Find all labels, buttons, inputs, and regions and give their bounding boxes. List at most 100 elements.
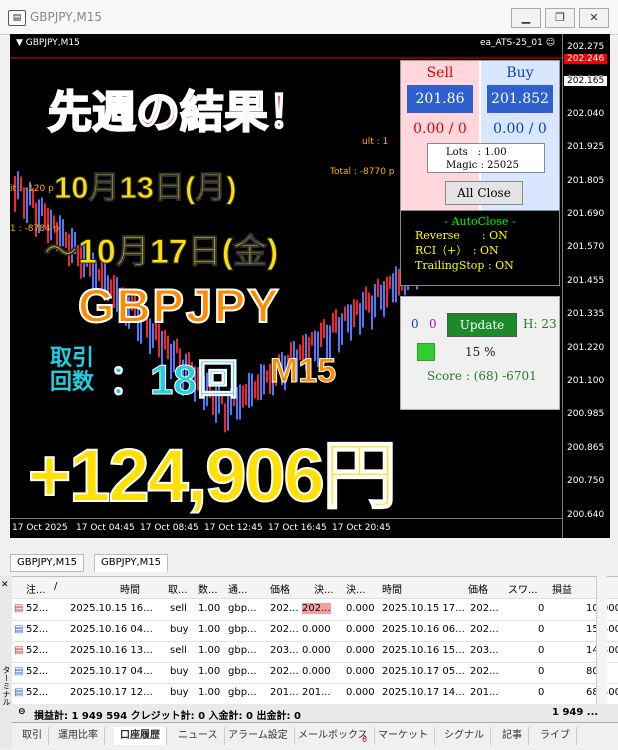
- tab-chart-2[interactable]: GBPJPY,M15: [94, 554, 169, 572]
- buy-label: Buy: [506, 65, 534, 81]
- order-icon: ▤: [14, 624, 24, 635]
- table-cell: 0.000: [346, 687, 375, 698]
- summary-right: 1 949 ...: [552, 707, 599, 718]
- column-header[interactable]: 損益: [552, 581, 572, 596]
- table-row[interactable]: ▤ 52... 2025.10.17 12... buy 1.00 gbp... 201..…: [12, 683, 618, 705]
- price-tick: 201.220: [567, 342, 605, 353]
- overlay-title: 先週の結果！: [47, 87, 313, 138]
- candle: [353, 299, 355, 328]
- all-close-button[interactable]: All Close: [445, 181, 523, 205]
- column-header[interactable]: 時間: [120, 581, 140, 596]
- price-tick: 201.335: [567, 309, 605, 320]
- buy-price-button[interactable]: 201.852: [487, 85, 553, 113]
- table-row[interactable]: ▤ 52... 2025.10.17 04... buy 1.00 gbp... 202..…: [12, 662, 618, 684]
- table-cell: 202...: [470, 624, 499, 635]
- table-cell: 0.000: [302, 624, 331, 635]
- column-header[interactable]: 通...: [228, 581, 248, 596]
- tab-9[interactable]: ライブ: [534, 727, 577, 745]
- candle: [365, 286, 367, 310]
- order-icon: ▤: [14, 603, 24, 614]
- column-header[interactable]: 決...: [346, 581, 366, 596]
- table-row[interactable]: ▤ 52... 2025.10.16 13... sell 1.00 gbp... 203.…: [12, 641, 618, 663]
- table-cell: 0: [538, 687, 545, 698]
- overlay-count-label: 取引 回数: [50, 346, 94, 394]
- column-header[interactable]: 注...: [26, 581, 46, 596]
- column-header[interactable]: 決...: [314, 581, 334, 596]
- table-cell: 201...: [270, 687, 299, 698]
- candle: [359, 303, 361, 335]
- table-header: 注... / 時間 取... 数... 通... 価格 決... 決... 時間 価格 スワ... 損益: [12, 577, 618, 599]
- chart-symbol-label: ▼ GBPJPY,M15: [16, 38, 80, 48]
- sell-price-button[interactable]: 201.86: [407, 85, 473, 113]
- table-cell: 202...: [270, 666, 299, 677]
- tab-7[interactable]: シグナル: [438, 727, 491, 745]
- close-terminal-icon[interactable]: ✕: [1, 580, 9, 590]
- score-label: Score : (68) -6701: [427, 369, 537, 383]
- close-button[interactable]: ✕: [579, 8, 609, 28]
- mail-badge: 6: [362, 735, 368, 744]
- candle: [362, 292, 364, 328]
- autoclose-rci: RCI（+） : ON: [415, 244, 499, 257]
- table-cell: 202...: [470, 603, 499, 614]
- overlay-timeframe: M15: [269, 352, 337, 391]
- restore-button[interactable]: ❐: [545, 8, 575, 28]
- order-icon: ▤: [14, 687, 24, 698]
- table-cell: 2025.10.15 16...: [70, 603, 153, 614]
- tab-8[interactable]: 記事: [496, 727, 529, 745]
- candle: [320, 322, 322, 348]
- table-cell: 2025.10.17 12...: [70, 687, 153, 698]
- candle: [392, 273, 394, 303]
- column-header[interactable]: 価格: [468, 581, 488, 596]
- table-cell: 0: [538, 624, 545, 635]
- column-header[interactable]: /: [54, 581, 57, 592]
- tab-1[interactable]: 運用比率: [52, 727, 105, 745]
- update-button[interactable]: Update: [447, 313, 517, 337]
- lots-magic-box: Lots : 1.00 Magic : 25025: [427, 143, 545, 173]
- table-cell: 0.000: [302, 666, 331, 677]
- table-row[interactable]: ▤ 52... 2025.10.15 16... sell 1.00 gbp... 202.…: [12, 599, 618, 621]
- column-header[interactable]: 数...: [198, 581, 218, 596]
- autoclose-title: - AutoClose -: [444, 215, 516, 228]
- candle: [41, 197, 43, 217]
- price-tick: 200.985: [567, 409, 605, 420]
- minimize-button[interactable]: ▁: [511, 8, 541, 28]
- tab-chart-1[interactable]: GBPJPY,M15: [10, 554, 85, 572]
- tab-0[interactable]: 取引: [16, 727, 49, 745]
- candle: [242, 385, 244, 408]
- column-header[interactable]: 時間: [382, 581, 402, 596]
- table-cell: 202...: [270, 624, 299, 635]
- column-header[interactable]: 取...: [168, 581, 188, 596]
- column-header[interactable]: スワ...: [508, 581, 538, 596]
- price-tick: 200.865: [567, 442, 605, 453]
- tab-3[interactable]: ニュース: [172, 727, 225, 745]
- table-cell: sell: [170, 603, 187, 614]
- table-cell: 0.000: [346, 666, 375, 677]
- candle: [245, 383, 247, 406]
- table-cell: 201...: [470, 687, 499, 698]
- price-chart[interactable]: ▼ GBPJPY,M15 ea_ATS-25_01 ☺ it : -120 p …: [10, 34, 610, 538]
- table-scrollbar[interactable]: [596, 576, 607, 704]
- table-row[interactable]: ▤ 52... 2025.10.16 04... buy 1.00 gbp... 202..…: [12, 620, 618, 642]
- table-cell: 1.00: [198, 666, 221, 677]
- table-cell: 0: [538, 666, 545, 677]
- price-tick: 200.750: [567, 476, 605, 487]
- candle: [389, 275, 391, 289]
- history-table: 注... / 時間 取... 数... 通... 価格 決... 決... 時間 価格 スワ... 損益…: [12, 576, 618, 721]
- column-header[interactable]: 価格: [270, 581, 290, 596]
- price-tick: 201.690: [567, 209, 605, 219]
- price-axis: 202.275 202.165 202.040 201.925 201.805 201.6…: [562, 34, 610, 538]
- candle: [350, 304, 352, 341]
- status-indicator: [417, 343, 435, 361]
- price-tick: 202.040: [567, 108, 605, 119]
- table-cell: 1.00: [198, 624, 221, 635]
- tab-2[interactable]: 口座履歴: [114, 727, 167, 745]
- table-cell: 203...: [470, 645, 499, 656]
- count-magenta: 0: [429, 317, 437, 331]
- tab-4[interactable]: アラーム設定: [222, 727, 295, 745]
- candle: [266, 370, 268, 383]
- table-cell: 2025.10.17 04...: [70, 666, 153, 677]
- tab-6[interactable]: マーケット: [372, 727, 435, 745]
- candle: [368, 292, 370, 313]
- overlay-pair: GBPJPY: [77, 278, 281, 333]
- candle: [341, 313, 343, 345]
